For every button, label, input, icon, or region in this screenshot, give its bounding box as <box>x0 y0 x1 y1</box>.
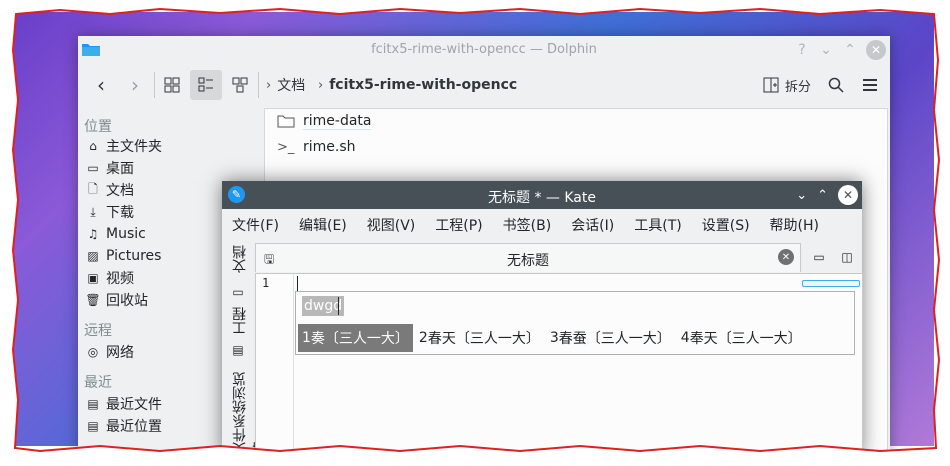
menu-bar: 文件(F) 编辑(E) 视图(V) 工程(P) 书签(B) 会话(I) 工具(T… <box>222 211 862 239</box>
music-icon: ♫ <box>87 227 99 241</box>
picture-icon: ▨ <box>87 249 99 263</box>
menu-project[interactable]: 工程(P) <box>435 215 482 235</box>
folder-icon <box>277 115 295 128</box>
maximize-icon[interactable]: ⌃ <box>842 42 858 58</box>
video-icon: ▣ <box>87 271 99 285</box>
minimize-icon[interactable]: ⌄ <box>818 42 834 58</box>
help-icon[interactable]: ? <box>794 42 810 58</box>
home-icon: ⌂ <box>89 139 97 153</box>
search-button[interactable] <box>824 70 848 100</box>
dolphin-titlebar[interactable]: fcitx5-rime-with-opencc — Dolphin ? ⌄ ⌃ … <box>78 36 890 64</box>
dolphin-toolbar: ‹ › › 文档 › fcitx5-rime-with-opencc 拆分 <box>78 66 890 106</box>
back-button[interactable]: ‹ <box>88 70 114 100</box>
close-tab-icon[interactable]: ✕ <box>778 249 794 265</box>
ime-candidate-window: dwgd 1 奏 〔三人一大〕 2 春天 〔三人一大〕 3 春蚕 〔三人一大〕 … <box>295 291 855 355</box>
document-tab-bar: 🖫 无标题 ✕ ▭ ◫ <box>255 243 861 272</box>
menu-bookmarks[interactable]: 书签(B) <box>503 215 552 235</box>
hamburger-menu-icon <box>863 79 877 91</box>
trash-icon: 🗑 <box>85 293 101 307</box>
text-cursor <box>297 276 298 292</box>
side-tab-projects[interactable]: 工程 <box>230 307 250 335</box>
sidebar-item-network[interactable]: ◎ 网络 <box>86 342 134 362</box>
menu-file[interactable]: 文件(F) <box>232 215 279 235</box>
breadcrumb-current-folder[interactable]: › fcitx5-rime-with-opencc <box>318 70 517 100</box>
recent-files-icon: ▤ <box>87 397 99 411</box>
menu-button[interactable] <box>858 70 882 100</box>
toolbar-separator <box>258 72 259 98</box>
split-button[interactable]: 拆分 <box>760 70 814 100</box>
menu-help[interactable]: 帮助(H) <box>770 215 819 235</box>
search-icon <box>828 77 844 93</box>
list-item[interactable]: >_ rime.sh <box>277 136 356 158</box>
preedit-cursor <box>338 297 339 315</box>
sidebar-heading-remote: 远程 <box>84 323 112 339</box>
maximize-icon[interactable]: ⌃ <box>817 188 828 203</box>
breadcrumb-documents[interactable]: › 文档 <box>266 70 305 100</box>
sidebar-item-videos[interactable]: ▣ 视频 <box>86 268 134 288</box>
compact-view-button[interactable] <box>228 70 252 100</box>
line-number: 1 <box>262 276 270 290</box>
details-view-icon <box>198 77 213 92</box>
candidate-list: 1 奏 〔三人一大〕 2 春天 〔三人一大〕 3 春蚕 〔三人一大〕 4 奉天 … <box>298 324 808 352</box>
sidebar-item-trash[interactable]: 🗑 回收站 <box>85 290 148 310</box>
screenshot-frame: fcitx5-rime-with-opencc — Dolphin ? ⌄ ⌃ … <box>0 0 950 466</box>
candidate-item[interactable]: 4 奉天 〔三人一大〕 <box>677 324 806 352</box>
split-view-icon[interactable]: ◫ <box>839 249 855 265</box>
sidebar-heading-recent: 最近 <box>84 375 112 391</box>
terminal-script-icon: >_ <box>277 139 295 155</box>
minimize-icon[interactable]: ⌄ <box>796 188 807 203</box>
kate-titlebar[interactable]: ✎ 无标题 * — Kate ⌄ ⌃ ✕ <box>222 181 862 209</box>
side-tool-bar: 文档 ▭ 工程 ▤ 文件系统浏览器 <box>222 241 268 456</box>
menu-view[interactable]: 视图(V) <box>367 215 416 235</box>
tab-untitled[interactable]: 🖫 无标题 ✕ <box>255 243 801 272</box>
line-number-gutter: 1 <box>256 274 294 457</box>
forward-button[interactable]: › <box>122 70 148 100</box>
close-icon[interactable]: ✕ <box>866 40 886 60</box>
document-icon: 🗋 <box>88 181 98 196</box>
chevron-right-icon: › <box>266 77 272 93</box>
candidate-item[interactable]: 2 春天 〔三人一大〕 <box>415 324 544 352</box>
list-item[interactable]: rime-data <box>277 110 372 132</box>
toolbar-separator <box>154 72 155 98</box>
new-tab-icon[interactable]: ▭ <box>811 249 827 265</box>
candidate-item[interactable]: 1 奏 〔三人一大〕 <box>298 324 413 352</box>
menu-edit[interactable]: 编辑(E) <box>299 215 347 235</box>
sidebar-item-desktop[interactable]: ▭ 桌面 <box>86 158 134 178</box>
kate-title: 无标题 * — Kate <box>488 190 596 206</box>
sidebar-item-home[interactable]: ⌂ 主文件夹 <box>86 136 162 156</box>
sidebar-item-recent-files[interactable]: ▤ 最近文件 <box>86 394 162 414</box>
details-view-button[interactable] <box>190 70 222 100</box>
sidebar-heading-places: 位置 <box>84 119 112 135</box>
recent-locations-icon: ▤ <box>87 419 99 433</box>
desktop-icon: ▭ <box>87 161 99 175</box>
side-tab-documents[interactable]: 文档 <box>230 245 250 273</box>
menu-settings[interactable]: 设置(S) <box>702 215 750 235</box>
menu-sessions[interactable]: 会话(I) <box>571 215 614 235</box>
folder-icon: ▭ <box>232 285 244 299</box>
candidate-item[interactable]: 3 春蚕 〔三人一大〕 <box>546 324 675 352</box>
forward-arrow-icon: › <box>131 73 139 97</box>
minimap-scrollbar[interactable] <box>802 280 860 287</box>
dolphin-title: fcitx5-rime-with-opencc — Dolphin <box>371 42 597 57</box>
icons-view-icon <box>164 77 180 93</box>
download-icon: ⤓ <box>90 204 96 219</box>
close-icon[interactable]: ✕ <box>838 185 858 205</box>
sidebar-item-recent-locations[interactable]: ▤ 最近位置 <box>86 416 162 436</box>
sidebar-item-music[interactable]: ♫ Music <box>86 224 146 244</box>
back-arrow-icon: ‹ <box>97 73 105 97</box>
icons-view-button[interactable] <box>160 70 184 100</box>
sidebar-item-documents[interactable]: 🗋 文档 <box>86 180 134 200</box>
sidebar-item-downloads[interactable]: ⤓ 下载 <box>86 202 134 222</box>
menu-tools[interactable]: 工具(T) <box>634 215 681 235</box>
sidebar-item-pictures[interactable]: ▨ Pictures <box>86 246 161 266</box>
network-icon: ◎ <box>87 345 99 359</box>
project-list-icon: ▤ <box>232 343 244 357</box>
compact-view-icon <box>232 77 248 93</box>
chevron-right-icon: › <box>318 77 324 93</box>
split-view-icon <box>763 77 779 93</box>
